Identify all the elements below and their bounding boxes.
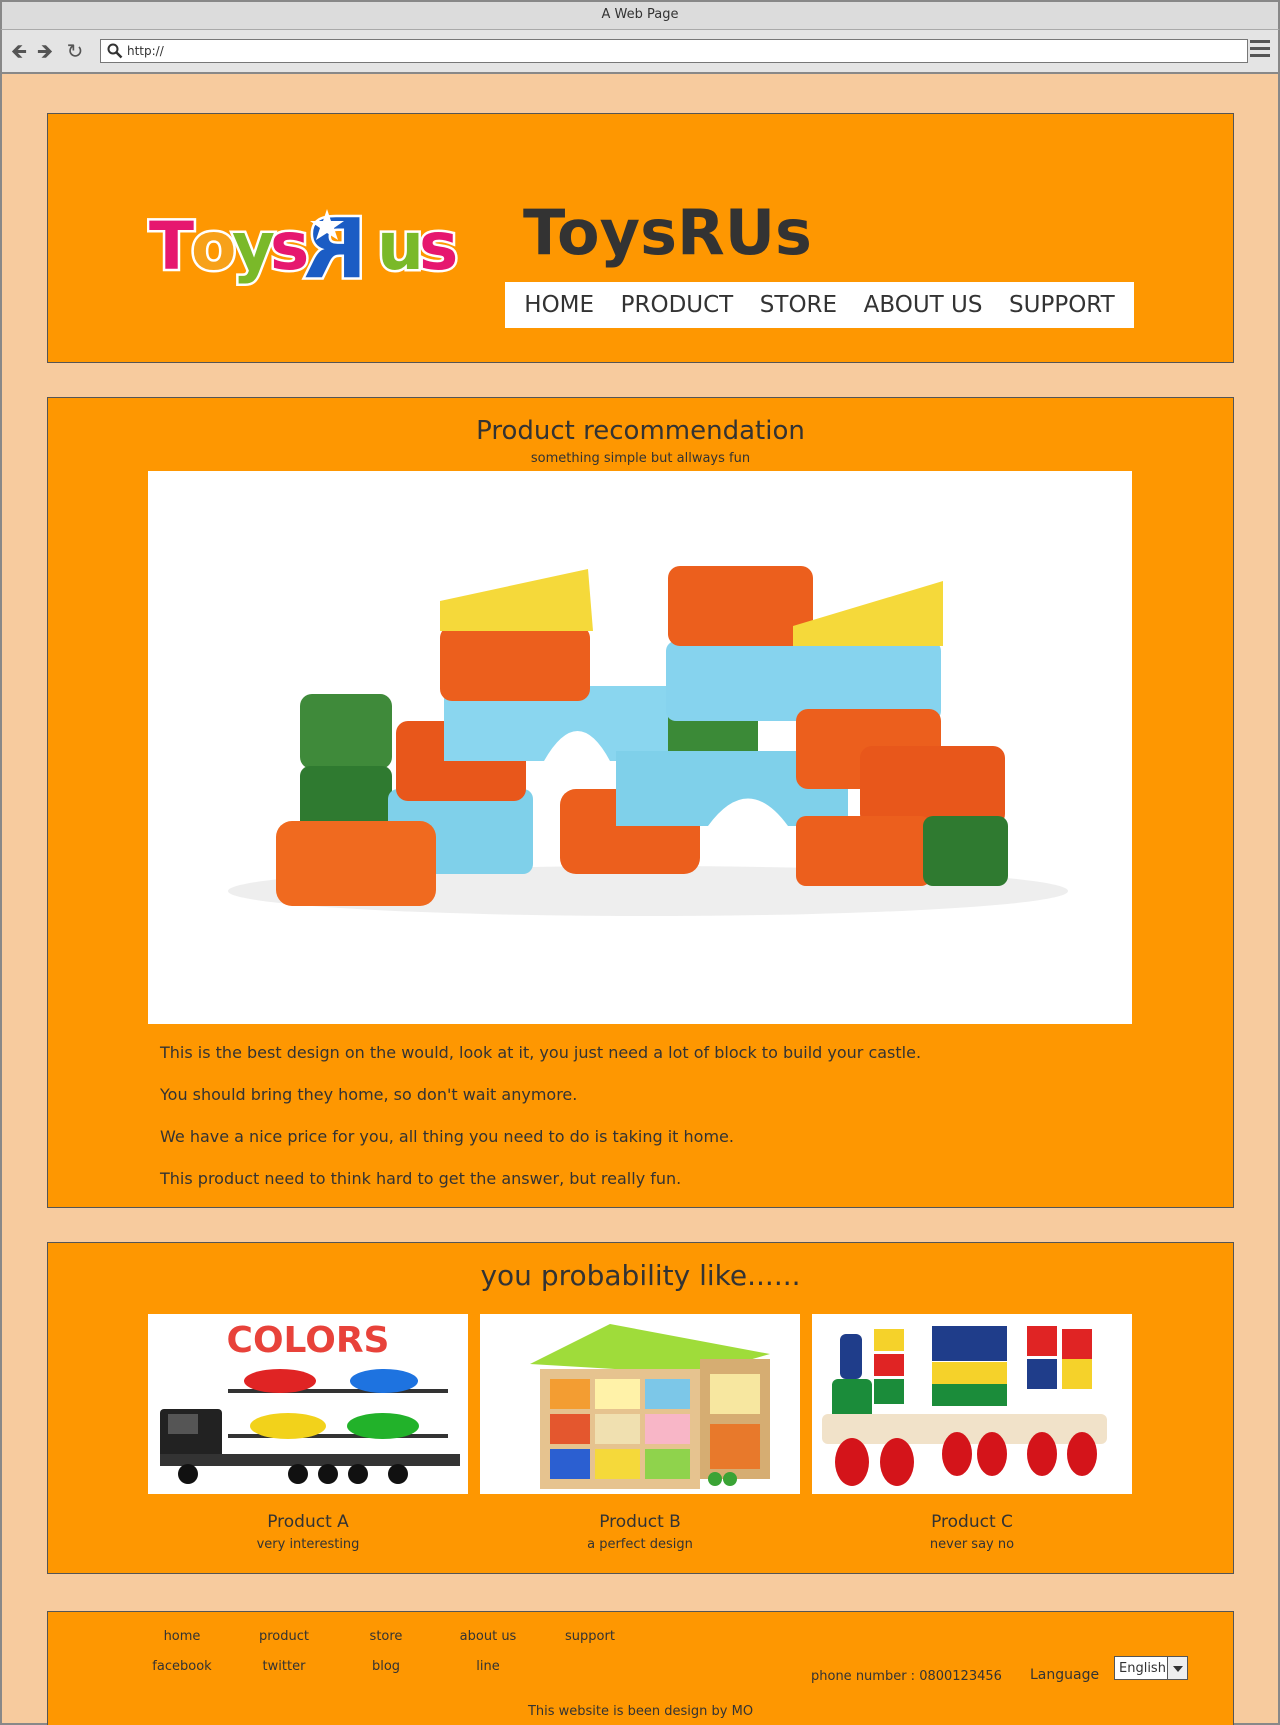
product-b-name[interactable]: Product B [480, 1512, 800, 1532]
footer-link-support[interactable]: support [540, 1629, 640, 1644]
product-b-image[interactable] [480, 1314, 800, 1494]
footer-link-blog[interactable]: blog [336, 1659, 436, 1674]
window-title: A Web Page [0, 0, 1280, 30]
colors-banner: COLORS [227, 1320, 390, 1361]
product-card-a[interactable]: COLORS Product A very interesting [148, 1314, 468, 1552]
footer-link-home[interactable]: home [132, 1629, 232, 1644]
language-label: Language [1030, 1667, 1100, 1683]
nav-store[interactable]: STORE [760, 292, 837, 318]
nav-support[interactable]: SUPPORT [1009, 292, 1115, 318]
language-select[interactable]: English [1114, 1656, 1188, 1680]
description-line: We have a nice price for you, all thing … [160, 1127, 734, 1146]
product-a-description: very interesting [256, 1537, 360, 1552]
description-line: This is the best design on the would, lo… [160, 1043, 922, 1062]
footer-link-facebook[interactable]: facebook [132, 1659, 232, 1674]
site-header: T o y s R u s ToysRUs HOME PRODUCT STORE… [47, 113, 1234, 363]
suggested-products-section: you probability like...... COLORS Produc… [47, 1242, 1234, 1574]
product-c-name[interactable]: Product C [812, 1512, 1132, 1532]
address-bar[interactable] [100, 39, 1248, 63]
forward-arrow-icon[interactable]: 🡺 [34, 40, 56, 62]
footer-link-product[interactable]: product [234, 1629, 334, 1644]
suggested-title: you probability like...... [480, 1259, 801, 1292]
svg-text:s: s [419, 208, 458, 285]
footer-link-line[interactable]: line [438, 1659, 538, 1674]
svg-text:y: y [232, 208, 275, 285]
svg-text:o: o [191, 208, 236, 285]
product-c-description: never say no [929, 1537, 1015, 1552]
svg-text:R: R [304, 202, 367, 287]
url-input[interactable] [127, 42, 1227, 60]
site-title: ToysRUs [523, 196, 812, 269]
description-line: This product need to think hard to get t… [160, 1169, 682, 1188]
site-credit: This website is been design by MO [527, 1704, 754, 1719]
svg-text:u: u [377, 208, 424, 285]
phone-number: phone number : 0800123456 [811, 1669, 1002, 1684]
browser-toolbar: 🡸 🡺 ↻ [0, 30, 1280, 74]
main-nav: HOME PRODUCT STORE ABOUT US SUPPORT [505, 282, 1134, 328]
footer-link-store[interactable]: store [336, 1629, 436, 1644]
product-a-name[interactable]: Product A [148, 1512, 468, 1532]
back-arrow-icon[interactable]: 🡸 [8, 40, 30, 62]
description-line: You should bring they home, so don't wai… [160, 1085, 578, 1104]
reload-icon[interactable]: ↻ [64, 40, 86, 62]
svg-text:T: T [149, 208, 194, 285]
language-value: English [1119, 1661, 1166, 1676]
product-card-c[interactable]: Product C never say no [812, 1314, 1132, 1552]
recommendation-description: This is the best design on the would, lo… [160, 1042, 1120, 1210]
building-blocks-image [228, 566, 1068, 916]
footer-link-twitter[interactable]: twitter [234, 1659, 334, 1674]
nav-product[interactable]: PRODUCT [621, 292, 734, 318]
product-c-image[interactable] [812, 1314, 1132, 1494]
search-icon [107, 43, 123, 59]
nav-about-us[interactable]: ABOUT US [864, 292, 983, 318]
hamburger-menu-icon[interactable] [1250, 40, 1270, 60]
toysrus-logo[interactable]: T o y s R u s [147, 197, 472, 288]
recommendation-section: Product recommendation something simple … [47, 397, 1234, 1208]
recommendation-subtitle: something simple but allways fun [530, 451, 751, 466]
product-hero-image[interactable] [148, 471, 1132, 1024]
nav-home[interactable]: HOME [524, 292, 594, 318]
site-footer: home product store about us support face… [47, 1611, 1234, 1725]
footer-link-about-us[interactable]: about us [438, 1629, 538, 1644]
chevron-down-icon[interactable] [1167, 1657, 1187, 1679]
product-a-image[interactable]: COLORS [148, 1314, 468, 1494]
recommendation-title: Product recommendation [476, 416, 805, 446]
product-b-description: a perfect design [587, 1537, 693, 1552]
product-card-b[interactable]: Product B a perfect design [480, 1314, 800, 1552]
svg-text:s: s [270, 208, 309, 285]
